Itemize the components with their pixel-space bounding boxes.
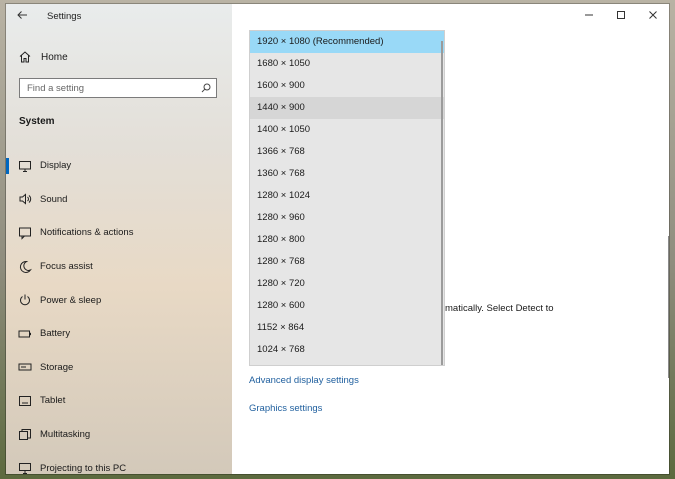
main-content: matically. Select Detect to Advanced dis… [232, 4, 669, 474]
sidebar-item-display[interactable]: Display [6, 149, 232, 183]
sidebar-item-label: Sound [40, 193, 68, 205]
page-scrollbar[interactable] [668, 236, 669, 378]
sidebar-item-label: Battery [40, 328, 71, 340]
app-title: Settings [47, 11, 82, 22]
section-title: System [19, 116, 55, 127]
minimize-icon[interactable] [573, 4, 605, 26]
sidebar-item-power-sleep[interactable]: Power & sleep [6, 283, 232, 317]
sidebar-item-label: Multitasking [40, 429, 91, 441]
sidebar-item-battery[interactable]: Battery [6, 317, 232, 351]
resolution-option[interactable]: 1440 × 900 [250, 97, 444, 119]
resolution-option[interactable]: 1400 × 1050 [250, 119, 444, 141]
sidebar-item-notifications[interactable]: Notifications & actions [6, 216, 232, 250]
resolution-option[interactable]: 1152 × 864 [250, 317, 444, 339]
advanced-display-settings-link[interactable]: Advanced display settings [249, 375, 359, 386]
resolution-option[interactable]: 1680 × 1050 [250, 53, 444, 75]
resolution-option[interactable]: 1280 × 800 [250, 229, 444, 251]
sidebar-item-sound[interactable]: Sound [6, 183, 232, 217]
resolution-option[interactable]: 1280 × 960 [250, 207, 444, 229]
sidebar: Settings Home System Display [6, 4, 232, 474]
home-nav-item[interactable]: Home [18, 48, 68, 66]
monitor-icon [18, 159, 32, 173]
close-icon[interactable] [637, 4, 669, 26]
sidebar-item-label: Power & sleep [40, 294, 102, 306]
window-controls [573, 4, 669, 26]
tablet-icon [18, 394, 32, 408]
dropdown-scrollbar[interactable] [441, 41, 443, 365]
maximize-icon[interactable] [605, 4, 637, 26]
home-label: Home [41, 51, 68, 63]
multitasking-icon [18, 428, 32, 442]
resolution-option[interactable]: 1280 × 768 [250, 251, 444, 273]
sidebar-item-tablet[interactable]: Tablet [6, 384, 232, 418]
resolution-dropdown-list[interactable]: 1920 × 1080 (Recommended) 1680 × 1050 16… [249, 30, 445, 366]
sidebar-item-label: Storage [40, 361, 74, 373]
sidebar-item-label: Display [40, 160, 72, 172]
notification-icon [18, 226, 32, 240]
moon-icon [18, 260, 32, 274]
sidebar-item-storage[interactable]: Storage [6, 351, 232, 385]
sidebar-item-focus-assist[interactable]: Focus assist [6, 250, 232, 284]
battery-icon [18, 327, 32, 341]
resolution-option[interactable]: 1280 × 720 [250, 273, 444, 295]
search-input[interactable] [20, 79, 197, 97]
sidebar-item-projecting[interactable]: Projecting to this PC [6, 451, 232, 474]
title-bar: Settings [6, 4, 232, 28]
settings-window: Settings Home System Display [6, 4, 669, 474]
back-arrow-icon[interactable] [16, 9, 30, 23]
detect-description-text: matically. Select Detect to [445, 303, 554, 314]
resolution-option[interactable]: 1920 × 1080 (Recommended) [250, 31, 444, 53]
resolution-option[interactable]: 1024 × 768 [250, 339, 444, 361]
sidebar-item-label: Focus assist [40, 261, 93, 273]
power-icon [18, 293, 32, 307]
speaker-icon [18, 192, 32, 206]
projecting-icon [18, 461, 32, 474]
search-box[interactable] [19, 78, 217, 98]
resolution-option[interactable]: 1280 × 1024 [250, 185, 444, 207]
sidebar-item-label: Notifications & actions [40, 227, 134, 239]
storage-icon [18, 360, 32, 374]
resolution-option[interactable]: 1280 × 600 [250, 295, 444, 317]
sidebar-nav: Display Sound Notifications & actions Fo… [6, 149, 232, 474]
sidebar-item-multitasking[interactable]: Multitasking [6, 418, 232, 452]
resolution-option[interactable]: 1366 × 768 [250, 141, 444, 163]
resolution-option[interactable]: 1360 × 768 [250, 163, 444, 185]
search-icon[interactable] [201, 83, 211, 93]
sidebar-item-label: Projecting to this PC [40, 462, 127, 474]
resolution-option[interactable]: 1600 × 900 [250, 75, 444, 97]
graphics-settings-link[interactable]: Graphics settings [249, 403, 322, 414]
home-icon [18, 50, 32, 64]
sidebar-item-label: Tablet [40, 395, 66, 407]
